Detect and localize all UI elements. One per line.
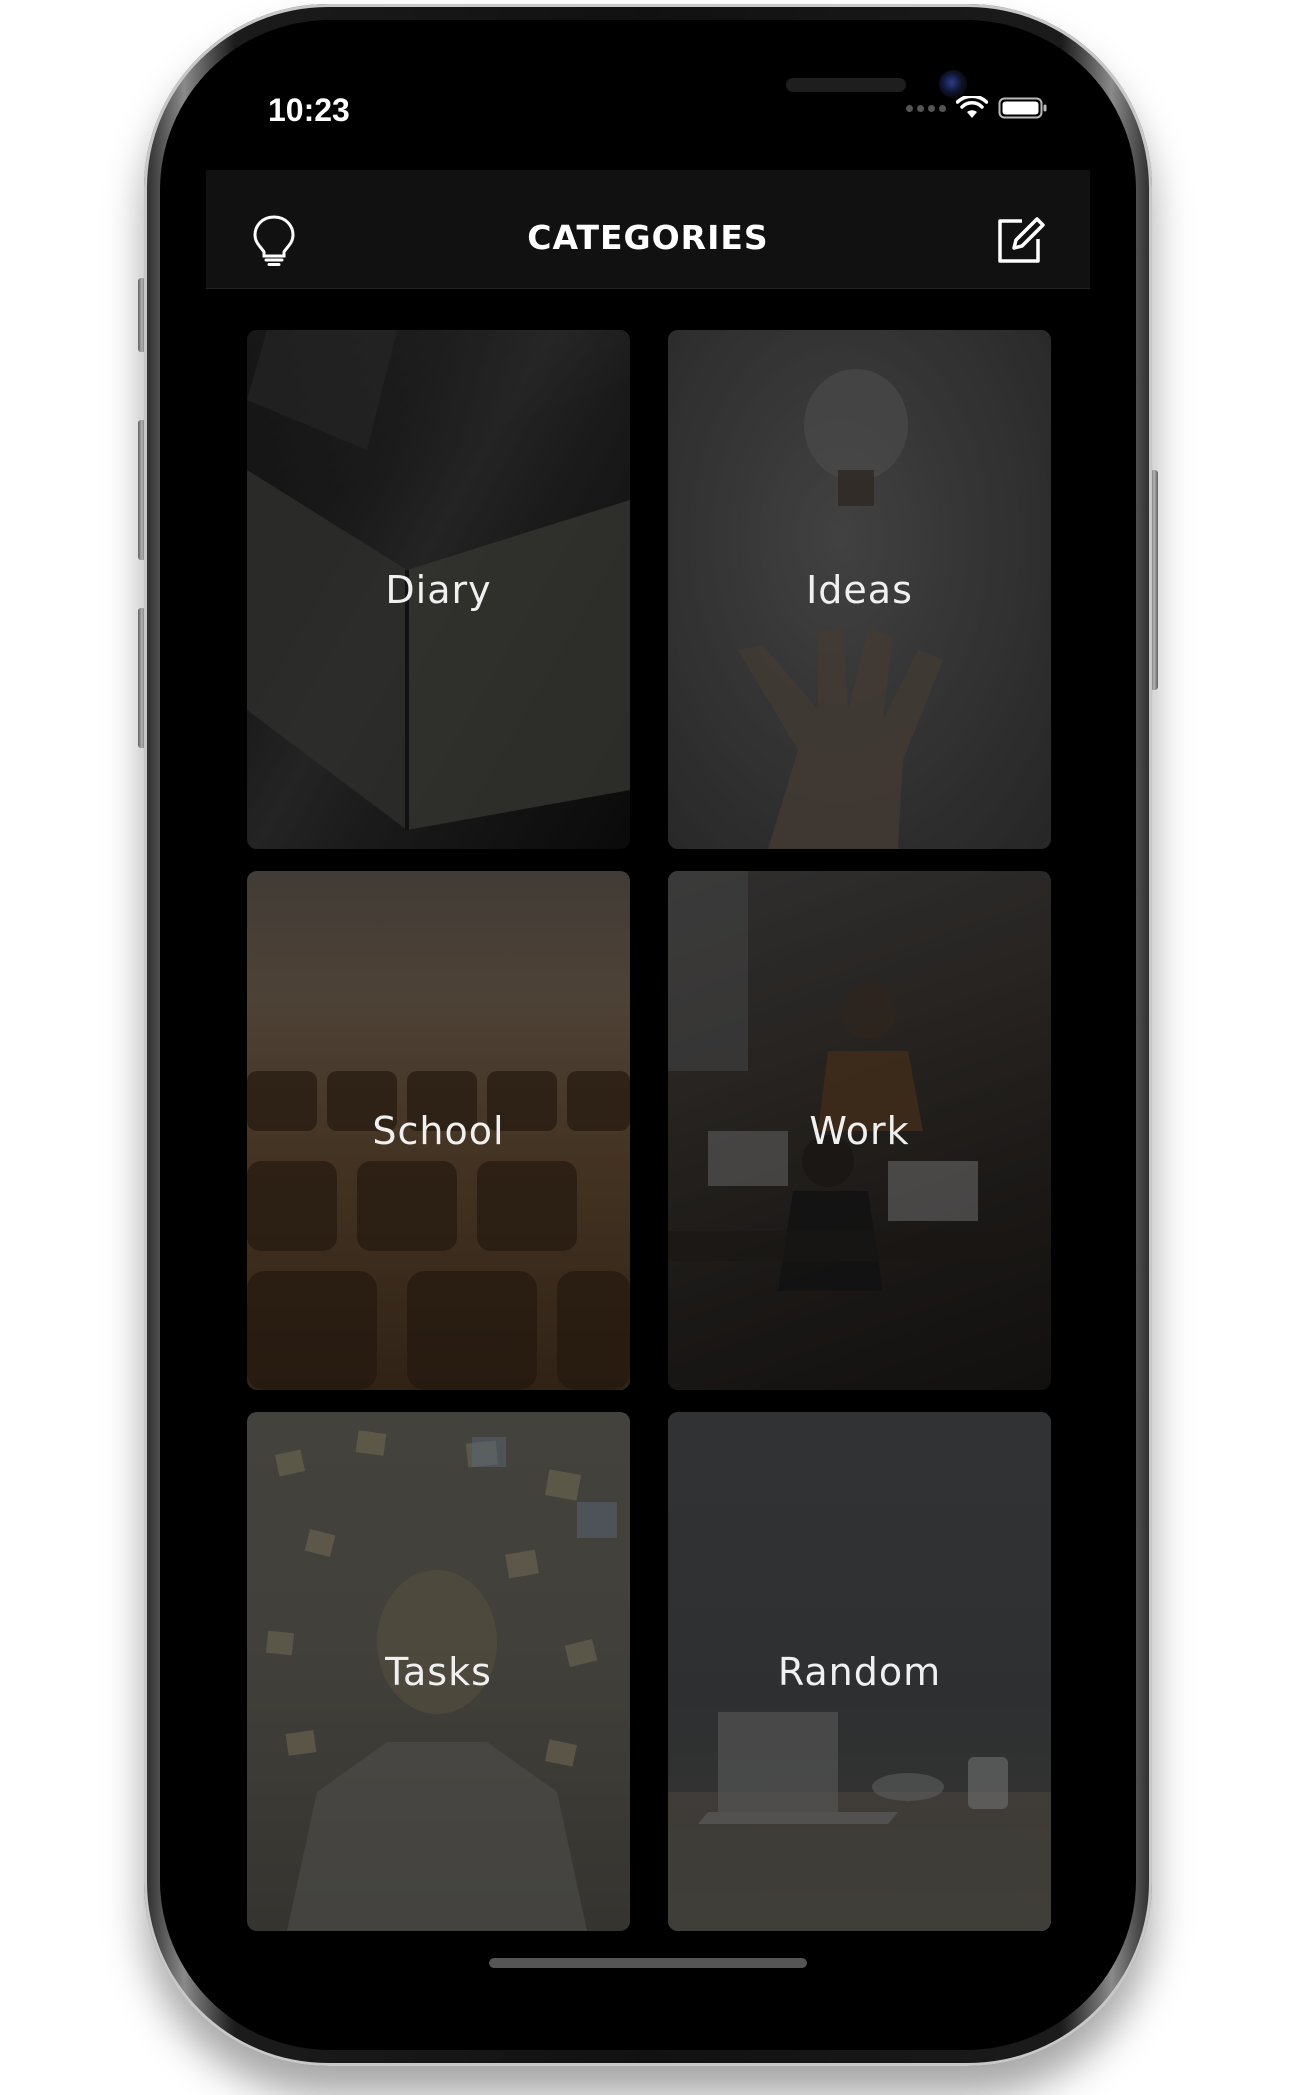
category-tile-school[interactable]: School bbox=[247, 871, 630, 1390]
category-tile-tasks[interactable]: Tasks bbox=[247, 1412, 630, 1931]
category-tile-diary[interactable]: Diary bbox=[247, 330, 630, 849]
notch bbox=[401, 40, 967, 130]
status-time: 10:23 bbox=[268, 92, 350, 128]
compose-icon bbox=[998, 217, 1045, 263]
navigation-bar: CATEGORIES bbox=[206, 170, 1090, 289]
category-label: Ideas bbox=[806, 567, 913, 612]
category-label: Random bbox=[777, 1649, 942, 1694]
category-label: Work bbox=[809, 1108, 910, 1153]
signal-icon bbox=[906, 104, 946, 112]
battery-icon bbox=[998, 97, 1047, 119]
category-tile-ideas[interactable]: Ideas bbox=[668, 330, 1051, 849]
category-label: School bbox=[372, 1108, 505, 1153]
status-icons bbox=[906, 96, 1048, 120]
front-camera bbox=[939, 70, 967, 98]
category-tile-work[interactable]: Work bbox=[668, 871, 1051, 1390]
speaker-grille bbox=[786, 78, 906, 92]
category-label: Diary bbox=[385, 567, 492, 612]
wifi-icon bbox=[956, 96, 988, 118]
compose-button[interactable] bbox=[992, 212, 1048, 268]
page-title: CATEGORIES bbox=[527, 218, 769, 257]
category-tile-random[interactable]: Random bbox=[668, 1412, 1051, 1931]
category-label: Tasks bbox=[385, 1649, 492, 1694]
home-indicator[interactable] bbox=[489, 1958, 807, 1968]
device-mockup: 10:23 CATEGORIES Diary Ideas School Work… bbox=[0, 0, 1296, 2095]
app-screen: 10:23 CATEGORIES Diary Ideas School Work… bbox=[206, 40, 1090, 2008]
